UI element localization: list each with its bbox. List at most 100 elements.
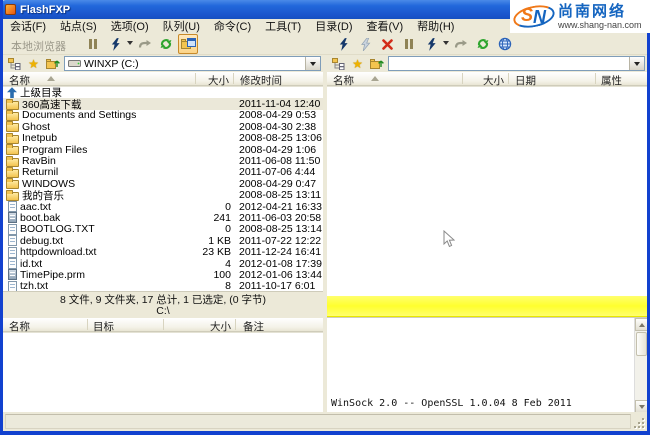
globe-icon bbox=[498, 37, 512, 51]
file-name: boot.bak bbox=[20, 212, 60, 224]
folder-up-button[interactable] bbox=[43, 56, 62, 71]
file-date: 2008-08-25 13:06 bbox=[239, 132, 322, 144]
scrollbar-thumb[interactable] bbox=[636, 332, 647, 356]
list-item[interactable]: aac.txt02012-04-21 16:33 bbox=[3, 201, 323, 212]
window-status-bar bbox=[3, 412, 647, 431]
favorites-button[interactable]: ★ bbox=[24, 56, 43, 71]
view-toggle-icon bbox=[181, 38, 196, 51]
remote-file-list[interactable] bbox=[327, 86, 647, 295]
list-item[interactable]: 360高速下载2011-11-04 12:40 bbox=[3, 98, 323, 109]
sn-logo-s: S bbox=[521, 5, 533, 26]
file-size: 4 bbox=[225, 258, 231, 270]
up-arrow-icon bbox=[7, 87, 17, 98]
connect-lightning-icon bbox=[338, 38, 349, 51]
folder-icon bbox=[6, 158, 19, 167]
menu-item-8[interactable]: 查看(V) bbox=[360, 18, 411, 34]
remote-transfer-mode-button[interactable] bbox=[421, 34, 441, 54]
resize-grip[interactable] bbox=[632, 416, 644, 428]
log-pane[interactable]: WinSock 2.0 -- OpenSSL 1.0.04 8 Feb 2011 bbox=[327, 317, 647, 412]
folder-icon bbox=[6, 101, 19, 110]
folder-icon bbox=[6, 135, 19, 144]
remote-queue-transfer-button[interactable] bbox=[451, 34, 471, 54]
list-item[interactable]: Documents and Settings2008-04-29 0:53 bbox=[3, 110, 323, 121]
folder-icon bbox=[6, 180, 19, 189]
pause-button[interactable] bbox=[83, 34, 103, 54]
list-item[interactable]: TimePipe.prm1002012-01-06 13:44 bbox=[3, 269, 323, 280]
folder-tree-icon bbox=[332, 58, 345, 70]
file-name: Inetpub bbox=[22, 132, 57, 144]
queue-transfer-button[interactable] bbox=[135, 34, 155, 54]
remote-folder-up-button[interactable] bbox=[367, 56, 386, 71]
file-date: 2008-04-29 0:53 bbox=[239, 109, 316, 121]
file-icon bbox=[8, 247, 17, 258]
file-size: 100 bbox=[213, 269, 231, 281]
sn-logo-n: N bbox=[533, 7, 546, 28]
list-item[interactable]: BOOTLOG.TXT02008-08-25 13:14 bbox=[3, 224, 323, 235]
menu-item-3[interactable]: 选项(O) bbox=[104, 18, 156, 34]
remote-folder-tree-button[interactable] bbox=[329, 56, 348, 71]
dropdown-arrow-icon[interactable] bbox=[127, 41, 133, 45]
menu-item-2[interactable]: 站点(S) bbox=[53, 18, 104, 34]
file-date: 2012-01-08 17:39 bbox=[239, 258, 322, 270]
file-date: 2011-06-03 20:58 bbox=[239, 212, 321, 224]
menu-item-1[interactable]: 会话(F) bbox=[3, 18, 53, 34]
remote-favorites-button[interactable]: ★ bbox=[348, 56, 367, 71]
list-item[interactable]: tzh.txt82011-10-17 6:01 bbox=[3, 281, 323, 291]
file-date: 2008-04-30 2:38 bbox=[239, 121, 316, 133]
local-path-combobox[interactable]: WINXP (C:) bbox=[64, 56, 321, 71]
abort-x-icon bbox=[382, 39, 393, 50]
disconnect-button[interactable] bbox=[355, 34, 375, 54]
remote-path-combobox[interactable] bbox=[388, 56, 645, 71]
queue-arrow-icon bbox=[454, 39, 468, 50]
list-item[interactable]: boot.bak2412011-06-03 20:58 bbox=[3, 212, 323, 223]
remote-pause-button[interactable] bbox=[399, 34, 419, 54]
file-name: BOOTLOG.TXT bbox=[20, 223, 95, 235]
brand-text: 尚南网络 www.shang-nan.com bbox=[558, 4, 642, 30]
window-border bbox=[0, 0, 3, 435]
file-icon bbox=[8, 258, 17, 269]
sn-logo-mark: S N bbox=[512, 4, 558, 30]
list-item[interactable]: Inetpub 2008-08-25 13:06 bbox=[3, 133, 323, 144]
refresh-button[interactable] bbox=[156, 34, 176, 54]
sysfile-icon bbox=[8, 269, 17, 280]
file-date: 2008-08-25 13:14 bbox=[239, 223, 322, 235]
queue-list[interactable] bbox=[3, 332, 323, 412]
list-item[interactable]: id.txt42012-01-08 17:39 bbox=[3, 258, 323, 269]
view-toggle-button[interactable] bbox=[178, 34, 198, 54]
local-path-value: WINXP (C:) bbox=[84, 58, 139, 70]
transfer-mode-button[interactable] bbox=[105, 34, 125, 54]
scrollbar-down-icon bbox=[639, 405, 645, 409]
log-scrollbar[interactable] bbox=[634, 318, 647, 413]
menubar: 会话(F)站点(S)选项(O)队列(U)命令(C)工具(T)目录(D)查看(V)… bbox=[3, 19, 513, 33]
site-manager-button[interactable] bbox=[495, 34, 515, 54]
menu-item-5[interactable]: 命令(C) bbox=[207, 18, 258, 34]
queue-arrow-icon bbox=[138, 39, 152, 50]
drive-icon bbox=[68, 59, 81, 68]
list-item[interactable]: debug.txt1 KB2011-07-22 12:22 bbox=[3, 235, 323, 246]
dropdown-arrow-icon[interactable] bbox=[443, 41, 449, 45]
list-item[interactable]: Returnil2011-07-06 4:44 bbox=[3, 167, 323, 178]
list-item[interactable]: Ghost2008-04-30 2:38 bbox=[3, 121, 323, 132]
local-file-list: 上级目录360高速下载2011-11-04 12:40Documents and… bbox=[3, 86, 323, 291]
menu-item-7[interactable]: 目录(D) bbox=[308, 18, 359, 34]
file-size: 0 bbox=[225, 201, 231, 213]
list-item[interactable]: Program Files2008-04-29 1:06 bbox=[3, 144, 323, 155]
remote-path-dropdown-button[interactable] bbox=[629, 57, 644, 70]
folder-tree-button[interactable] bbox=[5, 56, 24, 71]
list-item[interactable]: httpdownload.txt23 KB2011-12-24 16:41 bbox=[3, 246, 323, 257]
menu-item-9[interactable]: 帮助(H) bbox=[410, 18, 461, 34]
file-size: 23 KB bbox=[202, 246, 231, 258]
mouse-cursor bbox=[443, 230, 455, 248]
abort-button[interactable] bbox=[377, 34, 397, 54]
folder-up-icon bbox=[46, 58, 60, 70]
file-date: 2008-04-29 0:47 bbox=[239, 178, 316, 190]
list-item[interactable]: 我的音乐2008-08-25 13:11 bbox=[3, 190, 323, 201]
scrollbar-up-icon bbox=[639, 323, 645, 327]
menu-item-4[interactable]: 队列(U) bbox=[156, 18, 207, 34]
menu-item-6[interactable]: 工具(T) bbox=[258, 18, 308, 34]
remote-minibar: ★ bbox=[327, 55, 647, 72]
connect-button[interactable] bbox=[333, 34, 353, 54]
remote-refresh-button[interactable] bbox=[473, 34, 493, 54]
local-path-dropdown-button[interactable] bbox=[305, 57, 320, 70]
list-item[interactable]: RavBin2011-06-08 11:50 bbox=[3, 155, 323, 166]
